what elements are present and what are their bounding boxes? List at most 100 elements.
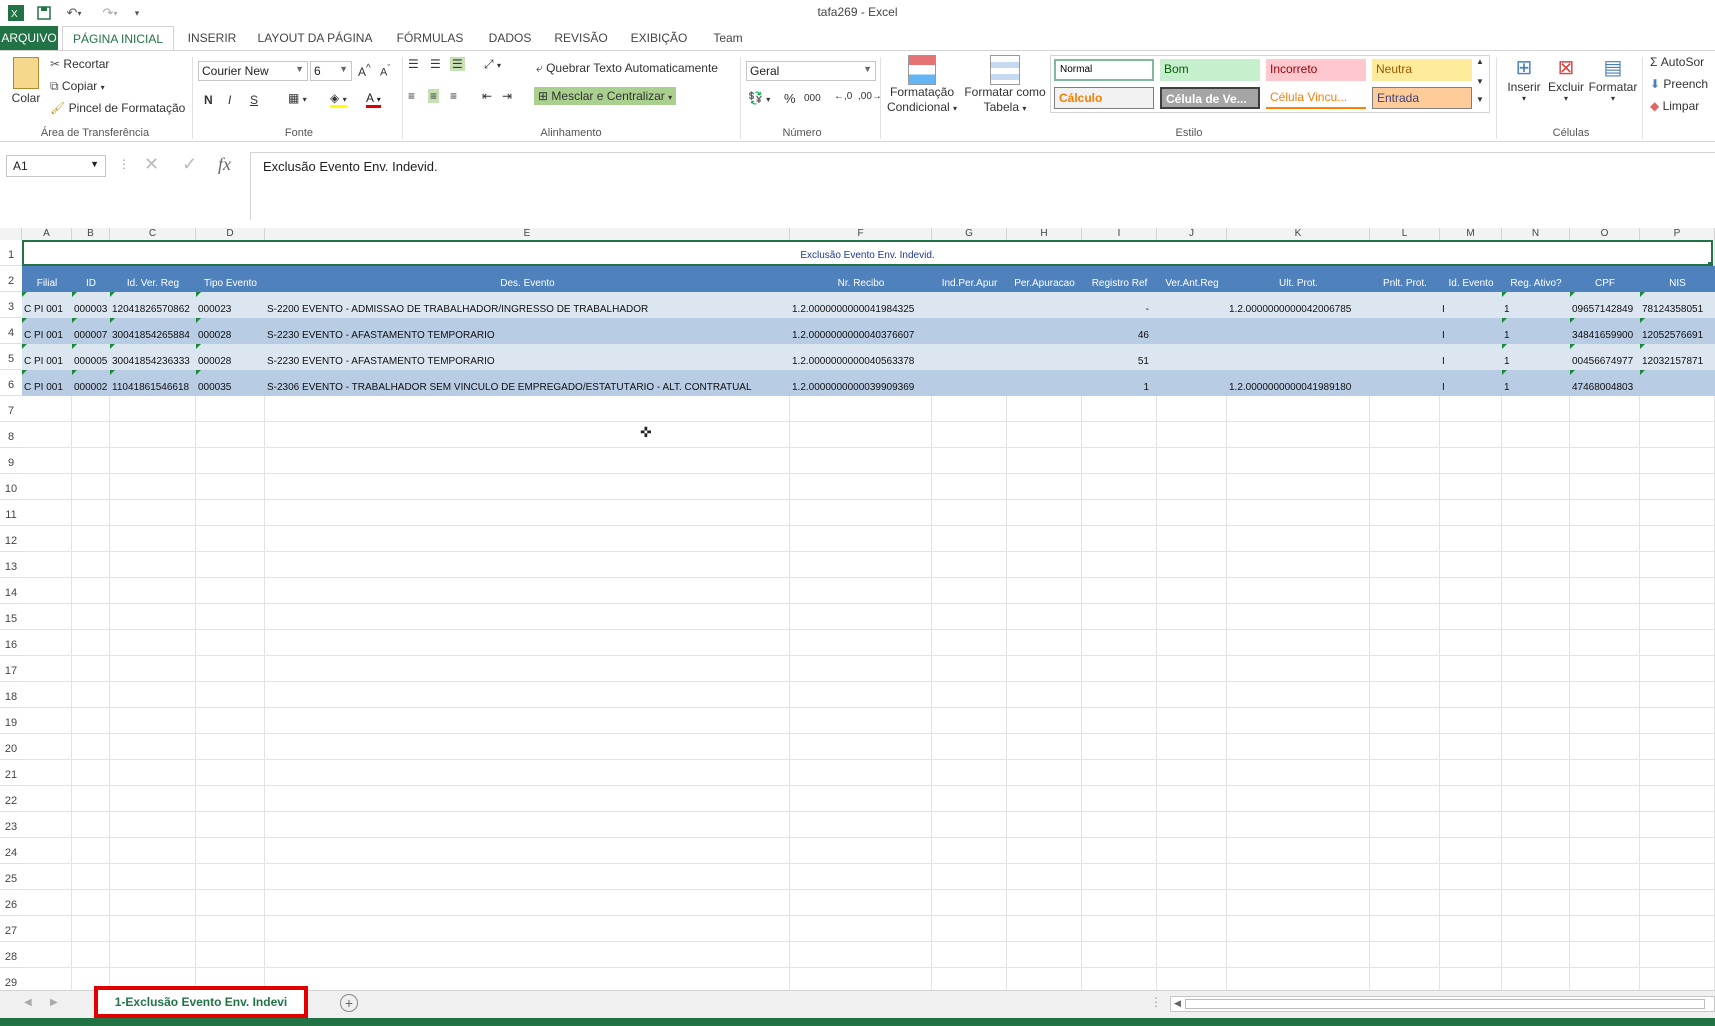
row-header[interactable]: 8 bbox=[0, 422, 22, 448]
row-header[interactable]: 12 bbox=[0, 526, 22, 552]
tab-formulas[interactable]: FÓRMULAS bbox=[388, 26, 472, 50]
column-header[interactable]: E bbox=[265, 228, 790, 240]
table-cell[interactable]: S-2200 EVENTO - ADMISSAO DE TRABALHADOR/… bbox=[265, 304, 790, 315]
row-header[interactable]: 22 bbox=[0, 786, 22, 812]
scroll-left-icon[interactable]: ◀ bbox=[1174, 998, 1181, 1009]
table-cell[interactable]: C PI 001 bbox=[22, 382, 72, 393]
table-header-cell[interactable]: Ind.Per.Apur bbox=[932, 278, 1007, 289]
format-cells-button[interactable]: ▤ Formatar ▾ bbox=[1588, 55, 1638, 103]
table-cell[interactable]: 30041854265884 bbox=[110, 330, 196, 341]
row-header[interactable]: 23 bbox=[0, 812, 22, 838]
prev-sheet-icon[interactable]: ◀ bbox=[24, 997, 32, 1008]
table-header-cell[interactable]: Per.Apuracao bbox=[1007, 278, 1082, 289]
row-header[interactable]: 15 bbox=[0, 604, 22, 630]
column-header[interactable]: G bbox=[932, 228, 1007, 240]
horizontal-scrollbar[interactable]: ◀ bbox=[1170, 996, 1715, 1012]
column-header[interactable]: K bbox=[1227, 228, 1370, 240]
row-header[interactable]: 26 bbox=[0, 890, 22, 916]
increase-decimal-icon[interactable]: ←,0 bbox=[834, 91, 852, 102]
style-good[interactable]: Bom bbox=[1160, 59, 1260, 81]
row-header[interactable]: 20 bbox=[0, 734, 22, 760]
column-header[interactable]: J bbox=[1157, 228, 1227, 240]
row-header[interactable]: 14 bbox=[0, 578, 22, 604]
row-header[interactable]: 7 bbox=[0, 396, 22, 422]
orientation-icon[interactable]: ⤢ ▾ bbox=[484, 57, 501, 72]
column-header[interactable]: M bbox=[1440, 228, 1502, 240]
autosum-button[interactable]: Σ AutoSor bbox=[1650, 55, 1704, 69]
table-cell[interactable]: 34841659900 bbox=[1570, 330, 1640, 341]
row-header[interactable]: 19 bbox=[0, 708, 22, 734]
next-sheet-icon[interactable]: ▶ bbox=[50, 997, 58, 1008]
table-cell[interactable]: 1 bbox=[1082, 382, 1157, 393]
table-cell[interactable]: 1.2.0000000000042006785 bbox=[1227, 304, 1370, 315]
table-header-cell[interactable]: Ver.Ant.Reg bbox=[1157, 278, 1227, 289]
row-header[interactable]: 24 bbox=[0, 838, 22, 864]
table-cell[interactable]: 46 bbox=[1082, 330, 1157, 341]
row-header[interactable]: 10 bbox=[0, 474, 22, 500]
merge-center-button[interactable]: ⊞ Mesclar e Centralizar ▾ bbox=[534, 87, 677, 105]
table-cell[interactable]: S-2306 EVENTO - TRABALHADOR SEM VINCULO … bbox=[265, 382, 790, 393]
table-cell[interactable]: 1 bbox=[1502, 330, 1570, 341]
table-cell[interactable]: 1.2.0000000000041984325 bbox=[790, 304, 932, 315]
table-cell[interactable]: 000023 bbox=[196, 304, 265, 315]
table-cell[interactable]: 00456674977 bbox=[1570, 356, 1640, 367]
font-color-icon[interactable]: A ▾ bbox=[366, 91, 381, 108]
row-header[interactable]: 17 bbox=[0, 656, 22, 682]
table-cell[interactable]: 000028 bbox=[196, 356, 265, 367]
table-cell[interactable]: 1 bbox=[1502, 382, 1570, 393]
table-header-cell[interactable]: Id. Ver. Reg bbox=[110, 278, 196, 289]
align-bottom-icon[interactable]: ☰ bbox=[450, 57, 465, 71]
cut-button[interactable]: ✂ Recortar bbox=[50, 57, 109, 71]
table-cell[interactable]: 12052576691 bbox=[1640, 330, 1715, 341]
decrease-decimal-icon[interactable]: ,00→ bbox=[858, 91, 882, 102]
column-header[interactable]: D bbox=[196, 228, 265, 240]
formula-options-icon[interactable]: ⋮ bbox=[118, 157, 130, 171]
table-cell[interactable]: I bbox=[1440, 304, 1502, 315]
clear-button[interactable]: ◆ Limpar bbox=[1650, 99, 1699, 113]
tab-review[interactable]: REVISÃO bbox=[548, 26, 614, 50]
delete-cells-button[interactable]: ⊠ Excluir ▾ bbox=[1546, 55, 1586, 103]
table-cell[interactable]: C PI 001 bbox=[22, 356, 72, 367]
sheet-tab-active[interactable]: 1-Exclusão Evento Env. Indevi bbox=[94, 986, 308, 1018]
table-cell[interactable]: C PI 001 bbox=[22, 304, 72, 315]
table-cell[interactable]: - bbox=[1082, 304, 1157, 315]
row-header[interactable]: 1 bbox=[0, 240, 22, 266]
align-middle-icon[interactable]: ☰ bbox=[430, 57, 441, 71]
format-as-table-button[interactable]: Formatar como Tabela ▾ bbox=[962, 55, 1048, 116]
name-box[interactable]: A1 ▼ bbox=[6, 155, 106, 177]
table-cell[interactable]: 1 bbox=[1502, 356, 1570, 367]
column-header[interactable]: P bbox=[1640, 228, 1715, 240]
row-header[interactable]: 29 bbox=[0, 968, 22, 990]
wrap-text-button[interactable]: ⤶ Quebrar Texto Automaticamente bbox=[536, 61, 718, 76]
column-header[interactable]: B bbox=[72, 228, 110, 240]
table-header-cell[interactable]: Registro Ref bbox=[1082, 278, 1157, 289]
decrease-indent-icon[interactable]: ⇤ bbox=[482, 89, 492, 103]
table-cell[interactable]: C PI 001 bbox=[22, 330, 72, 341]
style-bad[interactable]: Incorreto bbox=[1266, 59, 1366, 81]
column-header[interactable]: I bbox=[1082, 228, 1157, 240]
table-cell[interactable]: 000028 bbox=[196, 330, 265, 341]
thousands-button[interactable]: 000 bbox=[804, 93, 821, 104]
table-cell[interactable]: 1 bbox=[1502, 304, 1570, 315]
borders-icon[interactable]: ▦ ▾ bbox=[288, 91, 307, 105]
fill-color-icon[interactable]: ◈ ▾ bbox=[330, 91, 347, 108]
copy-button[interactable]: ⧉ Copiar ▾ bbox=[50, 79, 105, 94]
table-header-cell[interactable]: Filial bbox=[22, 278, 72, 289]
font-family-select[interactable]: Courier New ▼ bbox=[198, 61, 308, 81]
row-header[interactable]: 9 bbox=[0, 448, 22, 474]
table-cell[interactable]: I bbox=[1440, 356, 1502, 367]
table-cell[interactable]: 000002 bbox=[72, 382, 110, 393]
table-cell[interactable]: 30041854236333 bbox=[110, 356, 196, 367]
table-cell[interactable]: 47468004803 bbox=[1570, 382, 1640, 393]
bold-button[interactable]: N bbox=[204, 93, 213, 107]
add-sheet-icon[interactable]: + bbox=[340, 994, 358, 1012]
insert-cells-button[interactable]: ⊞ Inserir ▾ bbox=[1504, 55, 1544, 103]
table-cell[interactable]: 09657142849 bbox=[1570, 304, 1640, 315]
table-header-cell[interactable]: Pnlt. Prot. bbox=[1370, 278, 1440, 289]
table-cell[interactable]: 000003 bbox=[72, 304, 110, 315]
tab-splitter-icon[interactable]: ⋮ bbox=[1150, 995, 1162, 1009]
paste-button[interactable]: Colar bbox=[8, 57, 44, 105]
format-painter-button[interactable]: 🖌 Pincel de Formatação bbox=[50, 101, 185, 115]
tab-data[interactable]: DADOS bbox=[482, 26, 538, 50]
table-cell[interactable]: I bbox=[1440, 330, 1502, 341]
